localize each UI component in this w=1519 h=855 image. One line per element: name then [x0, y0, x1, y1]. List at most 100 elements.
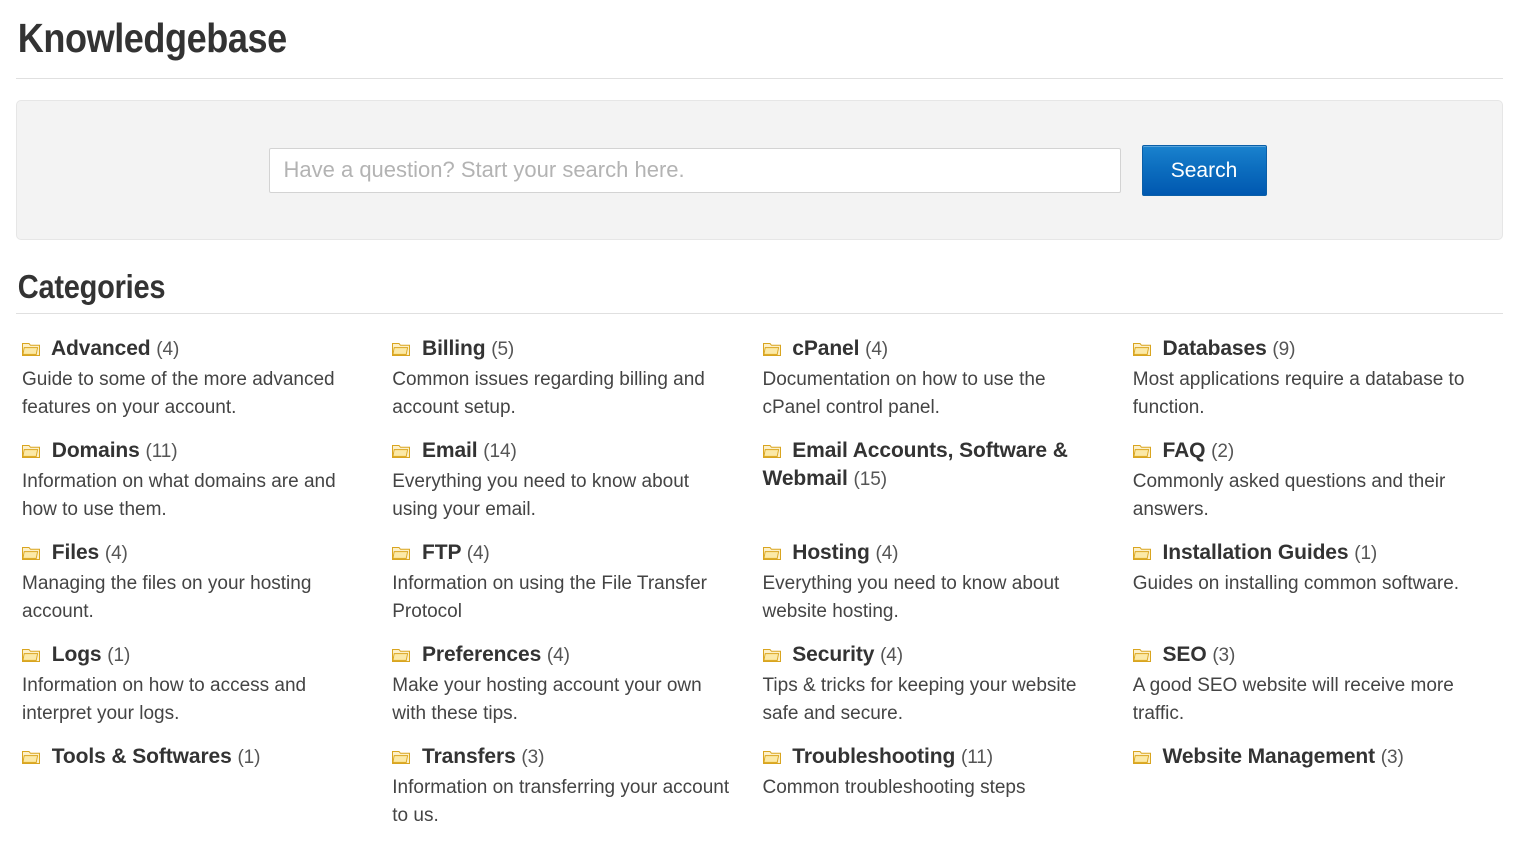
category-name: Billing [422, 337, 486, 360]
category-item: Transfers (3) Information on transferrin… [392, 743, 762, 845]
category-link[interactable]: Preferences (4) [392, 641, 732, 670]
category-description: Make your hosting account your own with … [392, 675, 702, 724]
folder-icon [22, 750, 40, 765]
folder-icon [1132, 546, 1151, 561]
category-description: Common troubleshooting steps [762, 777, 1026, 798]
category-link[interactable]: Databases (9) [1132, 335, 1473, 364]
category-item: Advanced (4) Guide to some of the more a… [22, 335, 392, 437]
category-name: Logs [51, 643, 102, 666]
category-name: Troubleshooting [792, 745, 956, 768]
folder-icon [1132, 342, 1151, 357]
folder-icon [392, 444, 411, 459]
category-item: Hosting (4) Everything you need to know … [762, 539, 1133, 641]
category-name: Email [422, 439, 478, 462]
category-link[interactable]: FTP (4) [392, 539, 732, 568]
category-description: Commonly asked questions and their answe… [1132, 471, 1446, 520]
category-link[interactable]: Email (14) [392, 437, 732, 466]
category-name: Advanced [50, 337, 151, 360]
title-divider [16, 78, 1503, 79]
category-link[interactable]: Email Accounts, Software & Webmail (15) [762, 437, 1103, 494]
category-name: FAQ [1162, 439, 1206, 462]
folder-icon [1132, 648, 1151, 663]
search-panel: Search [16, 100, 1503, 240]
category-count: (4) [104, 543, 128, 564]
category-description: Information on using the File Transfer P… [392, 573, 707, 622]
category-link[interactable]: Advanced (4) [22, 335, 362, 364]
category-link[interactable]: Files (4) [22, 539, 362, 568]
category-name: Preferences [422, 643, 542, 666]
folder-icon [392, 342, 411, 357]
category-link[interactable]: Domains (11) [22, 437, 362, 466]
category-name: Security [792, 643, 875, 666]
category-item: Email Accounts, Software & Webmail (15) [762, 437, 1133, 539]
folder-icon [22, 444, 40, 459]
categories-heading: Categories [17, 268, 166, 305]
category-description: Information on what domains are and how … [22, 471, 336, 520]
category-description: Tips & tricks for keeping your website s… [762, 675, 1077, 724]
category-description: Managing the files on your hosting accou… [22, 573, 312, 622]
search-input[interactable] [268, 147, 1121, 193]
categories-divider [16, 313, 1503, 314]
category-description: Common issues regarding billing and acco… [392, 369, 705, 418]
folder-icon [762, 444, 781, 459]
knowledgebase-page: Knowledgebase Search Categories Advanced… [0, 0, 1519, 855]
search-button[interactable]: Search [1141, 144, 1267, 196]
category-count: (3) [1212, 645, 1236, 666]
category-name: Tools & Softwares [51, 745, 232, 768]
category-item: Domains (11) Information on what domains… [22, 437, 392, 539]
category-count: (4) [466, 543, 490, 564]
category-link[interactable]: Logs (1) [22, 641, 362, 670]
category-item: Troubleshooting (11) Common troubleshoot… [762, 743, 1133, 845]
category-grid: Advanced (4) Guide to some of the more a… [16, 335, 1503, 845]
category-name: Databases [1162, 337, 1267, 360]
category-description: Everything you need to know about using … [392, 471, 690, 520]
category-name: Installation Guides [1162, 541, 1349, 564]
folder-icon [762, 546, 781, 561]
category-name: Files [51, 541, 100, 564]
category-link[interactable]: FAQ (2) [1132, 437, 1473, 466]
category-link[interactable]: Transfers (3) [392, 743, 732, 772]
folder-icon [392, 546, 411, 561]
category-link[interactable]: Security (4) [762, 641, 1103, 670]
category-description: Most applications require a database to … [1132, 369, 1465, 418]
category-count: (4) [880, 645, 903, 666]
category-item: Security (4) Tips & tricks for keeping y… [762, 641, 1133, 743]
category-count: (4) [865, 339, 889, 360]
folder-icon [762, 648, 781, 663]
category-count: (11) [145, 441, 178, 462]
folder-icon [22, 342, 40, 357]
category-link[interactable]: Hosting (4) [762, 539, 1103, 568]
category-name: Email Accounts, Software & Webmail [762, 439, 1068, 490]
category-count: (5) [491, 339, 515, 360]
category-count: (1) [1354, 543, 1378, 564]
category-count: (1) [107, 645, 131, 666]
category-item: Billing (5) Common issues regarding bill… [392, 335, 762, 437]
category-link[interactable]: Installation Guides (1) [1132, 539, 1473, 568]
category-link[interactable]: Tools & Softwares (1) [22, 743, 362, 772]
category-item: FAQ (2) Commonly asked questions and the… [1132, 437, 1503, 539]
folder-icon [762, 750, 781, 765]
category-description: Guide to some of the more advanced featu… [22, 369, 335, 418]
search-form: Search [268, 144, 1267, 196]
category-count: (9) [1272, 339, 1296, 360]
category-description: Guides on installing common software. [1132, 573, 1460, 594]
folder-icon [762, 342, 781, 357]
category-link[interactable]: SEO (3) [1132, 641, 1473, 670]
category-name: cPanel [792, 337, 860, 360]
category-item: FTP (4) Information on using the File Tr… [392, 539, 762, 641]
category-description: Everything you need to know about websit… [762, 573, 1060, 622]
category-link[interactable]: Website Management (3) [1132, 743, 1473, 772]
folder-icon [1132, 444, 1151, 459]
category-description: Information on transferring your account… [392, 777, 730, 826]
category-description: Documentation on how to use the cPanel c… [762, 369, 1046, 418]
category-link[interactable]: Billing (5) [392, 335, 732, 364]
category-count: (3) [1380, 747, 1404, 768]
category-item: Logs (1) Information on how to access an… [22, 641, 392, 743]
category-count: (2) [1211, 441, 1235, 462]
category-link[interactable]: Troubleshooting (11) [762, 743, 1103, 772]
category-link[interactable]: cPanel (4) [762, 335, 1103, 364]
category-count: (1) [237, 747, 261, 768]
category-description: Information on how to access and interpr… [22, 675, 307, 724]
category-count: (15) [853, 469, 887, 490]
category-item: Installation Guides (1) Guides on instal… [1132, 539, 1503, 641]
